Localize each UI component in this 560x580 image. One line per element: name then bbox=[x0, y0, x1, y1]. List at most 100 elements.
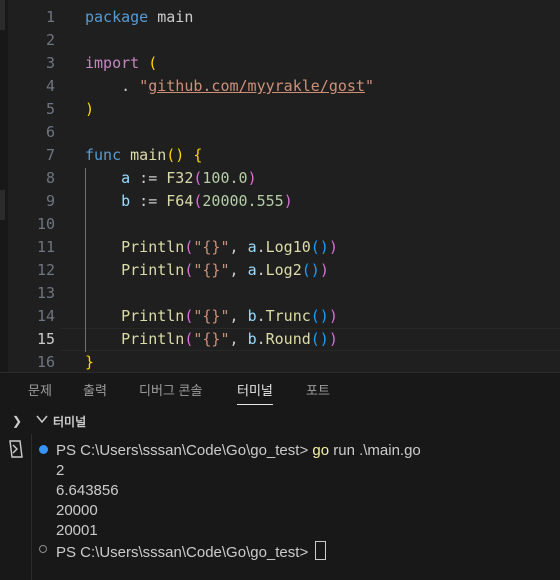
terminal-prompt-line[interactable]: PS C:\Users\sssan\Code\Go\go_test> bbox=[56, 541, 327, 563]
terminal-command-go: go bbox=[312, 442, 330, 459]
terminal-output[interactable]: PS C:\Users\sssan\Code\Go\go_test> go ru… bbox=[31, 434, 560, 580]
code-token: , bbox=[229, 330, 248, 348]
code-text: import ( bbox=[85, 52, 157, 75]
line-number: 11 bbox=[36, 238, 55, 256]
terminal-command-line: PS C:\Users\sssan\Code\Go\go_test> go ru… bbox=[56, 441, 421, 461]
terminal-prompt: PS C:\Users\sssan\Code\Go\go_test> bbox=[56, 544, 313, 561]
line-number: 10 bbox=[36, 215, 55, 233]
code-line[interactable]: 12 Println("{}", a.Log2()) bbox=[0, 259, 560, 282]
code-token: , bbox=[229, 238, 248, 256]
code-line[interactable]: 11 Println("{}", a.Log10()) bbox=[0, 236, 560, 259]
command-pending-icon[interactable] bbox=[39, 545, 47, 553]
code-line[interactable]: 10 bbox=[0, 213, 560, 236]
code-token: Trunc bbox=[265, 307, 311, 325]
code-token: () bbox=[310, 238, 329, 256]
code-token: b bbox=[121, 192, 131, 210]
code-token: ( bbox=[148, 54, 158, 72]
panel-tab-bar: 문제 출력 디버그 콘솔 터미널 포트 bbox=[0, 372, 560, 409]
code-text: Println("{}", b.Trunc()) bbox=[85, 305, 338, 328]
terminal-output-line: 20001 bbox=[56, 522, 98, 539]
code-token: ) bbox=[328, 307, 338, 325]
code-token: ) bbox=[319, 261, 329, 279]
tab-output[interactable]: 출력 bbox=[83, 373, 107, 409]
terminal-cursor bbox=[315, 541, 327, 560]
code-line[interactable]: 15 Println("{}", b.Round()) bbox=[0, 328, 560, 351]
code-token: ) bbox=[283, 192, 293, 210]
code-text: package main bbox=[85, 6, 193, 29]
code-token: "{}" bbox=[193, 307, 230, 325]
tab-ports[interactable]: 포트 bbox=[306, 373, 330, 409]
line-number: 16 bbox=[36, 353, 55, 371]
chevron-right-icon[interactable]: ❯ bbox=[12, 414, 22, 428]
code-token: ) bbox=[328, 330, 338, 348]
line-number: 5 bbox=[45, 100, 55, 118]
code-text: b := F64(20000.555) bbox=[85, 190, 293, 213]
code-token: () bbox=[301, 261, 320, 279]
code-token: "{}" bbox=[193, 238, 230, 256]
code-token: a bbox=[247, 238, 257, 256]
panel-body: ❯ 터미널 PS C:\Users\sssan\Code\Go\go_test>… bbox=[0, 408, 560, 580]
code-line[interactable]: 7 func main() { bbox=[0, 144, 560, 167]
code-token: Round bbox=[265, 330, 311, 348]
chevron-down-icon[interactable] bbox=[36, 414, 48, 427]
code-token: ) bbox=[85, 100, 95, 118]
line-number: 4 bbox=[45, 77, 55, 95]
terminal-sidebar bbox=[0, 434, 30, 580]
code-line[interactable]: 14 Println("{}", b.Trunc()) bbox=[0, 305, 560, 328]
command-success-icon[interactable] bbox=[39, 445, 48, 454]
code-line[interactable]: 5) bbox=[0, 98, 560, 121]
code-token: b bbox=[247, 307, 257, 325]
code-token: , bbox=[229, 307, 248, 325]
code-token: F64 bbox=[166, 192, 194, 210]
powershell-icon[interactable] bbox=[8, 440, 24, 458]
code-line[interactable]: 8 a := F32(100.0) bbox=[0, 167, 560, 190]
tab-terminal[interactable]: 터미널 bbox=[237, 373, 273, 409]
code-token: 20000.555 bbox=[202, 192, 284, 210]
code-token: b bbox=[247, 330, 257, 348]
code-token: ) bbox=[328, 238, 338, 256]
code-token: . bbox=[256, 330, 266, 348]
code-token: Println bbox=[121, 330, 185, 348]
tab-problems[interactable]: 문제 bbox=[28, 373, 52, 409]
code-text: a := F32(100.0) bbox=[85, 167, 257, 190]
code-line[interactable]: 16} bbox=[0, 351, 560, 372]
line-number: 13 bbox=[36, 284, 55, 302]
code-token: . bbox=[256, 261, 266, 279]
code-token: ) bbox=[247, 169, 257, 187]
code-token: import bbox=[85, 54, 140, 72]
code-token: github.com/myyrakle/gost bbox=[148, 77, 365, 95]
code-line[interactable]: 1 package main bbox=[0, 6, 560, 29]
terminal-section-header[interactable]: ❯ 터미널 bbox=[0, 408, 560, 434]
code-token: package bbox=[85, 8, 149, 26]
code-line[interactable]: 3 import ( bbox=[0, 52, 560, 75]
terminal-output-line: 20000 bbox=[56, 502, 98, 519]
line-number: 1 bbox=[45, 8, 55, 26]
code-token: } bbox=[85, 353, 95, 371]
line-number: 15 bbox=[36, 330, 55, 348]
code-line[interactable]: 2 bbox=[0, 29, 560, 52]
code-token: := bbox=[130, 169, 167, 187]
line-number: 14 bbox=[36, 307, 55, 325]
code-token: { bbox=[193, 146, 203, 164]
code-line[interactable]: 9 b := F64(20000.555) bbox=[0, 190, 560, 213]
code-line[interactable]: 4 . "github.com/myyrakle/gost" bbox=[0, 75, 560, 98]
code-token: () bbox=[166, 146, 185, 164]
code-text: Println("{}", b.Round()) bbox=[85, 328, 338, 351]
line-number: 9 bbox=[45, 192, 55, 210]
code-token: Log2 bbox=[265, 261, 302, 279]
code-line[interactable]: 13 bbox=[0, 282, 560, 305]
line-number: 2 bbox=[45, 31, 55, 49]
code-token: "{}" bbox=[193, 261, 230, 279]
code-line[interactable]: 6 bbox=[0, 121, 560, 144]
code-token: ( bbox=[184, 330, 194, 348]
code-token: " bbox=[364, 77, 374, 95]
tab-debug-console[interactable]: 디버그 콘솔 bbox=[139, 373, 202, 409]
code-editor[interactable]: 1 package main 2 3 import (4 . "github.com/m… bbox=[0, 0, 560, 372]
